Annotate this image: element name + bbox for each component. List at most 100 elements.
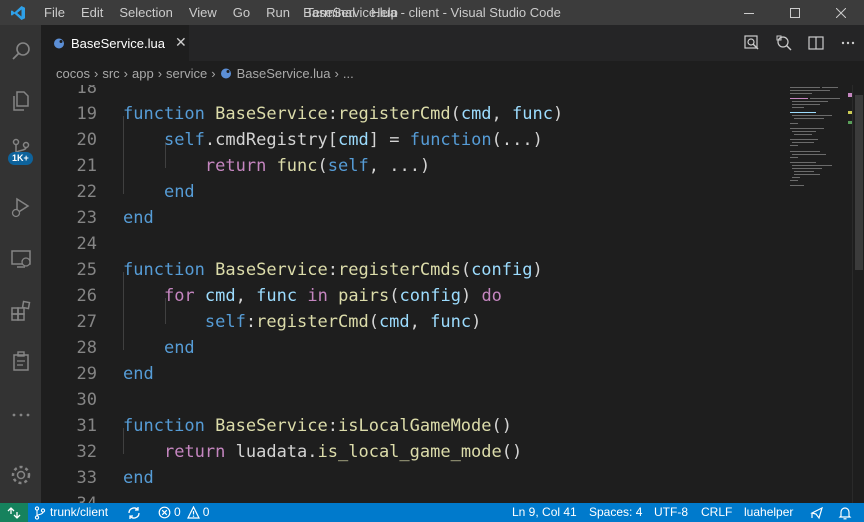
menu-view[interactable]: View (181, 0, 225, 25)
minimize-icon (744, 12, 754, 14)
code-line[interactable]: 19 function BaseService:registerCmd(cmd, … (41, 101, 786, 127)
code-line[interactable]: 33 end (41, 465, 786, 491)
chevron-right-icon: › (211, 65, 216, 81)
code-line[interactable]: 32 return luadata.is_local_game_mode() (41, 439, 786, 465)
line-number: 26 (76, 286, 97, 306)
tab-bar: BaseService.lua ✕ (41, 25, 864, 61)
extensions-icon (10, 300, 30, 321)
menu-go[interactable]: Go (225, 0, 258, 25)
menu-selection[interactable]: Selection (111, 0, 180, 25)
breadcrumb-item[interactable]: src (102, 66, 119, 81)
code-line[interactable]: 24 (41, 231, 786, 257)
code-line[interactable]: 30 (41, 387, 786, 413)
code-line[interactable]: 20 self.cmdRegistry[cmd] = function(...) (41, 127, 786, 153)
activity-run-debug[interactable] (0, 187, 41, 227)
code-line[interactable]: 26 for cmd, func in pairs(config) do (41, 283, 786, 309)
breadcrumb: cocos › src › app › service › BaseServic… (41, 61, 781, 85)
code-editor[interactable]: 18 19 function BaseService:registerCmd(cmd… (41, 85, 786, 503)
code-text: return luadata.is_local_game_mode() (163, 442, 523, 462)
maximize-icon (790, 7, 800, 18)
line-number: 28 (76, 338, 97, 358)
problems-status[interactable]: 0 0 (158, 503, 209, 522)
search-references-icon (776, 35, 792, 51)
lua-file-icon (54, 38, 64, 49)
activity-search[interactable] (0, 31, 41, 71)
breadcrumb-item[interactable]: cocos (56, 66, 90, 81)
code-line[interactable]: 29 end (41, 361, 786, 387)
minimize-button[interactable] (726, 0, 772, 25)
vertical-scrollbar[interactable] (852, 85, 864, 503)
gear-icon (11, 465, 30, 485)
line-number: 18 (76, 85, 97, 98)
code-text: for cmd, func in pairs(config) do (163, 286, 502, 306)
line-number: 30 (76, 390, 97, 410)
line-number: 32 (76, 442, 97, 462)
line-number: 20 (76, 130, 97, 150)
menu-edit[interactable]: Edit (73, 0, 111, 25)
remote-explorer-icon (10, 250, 31, 268)
menu-terminal[interactable]: Terminal (298, 0, 363, 25)
code-line[interactable]: 31 function BaseService:isLocalGameMode() (41, 413, 786, 439)
breadcrumb-item[interactable]: service (166, 66, 207, 81)
close-window-button[interactable] (818, 0, 864, 25)
code-text: end (123, 208, 154, 228)
activity-bar: 1K+ (0, 25, 41, 503)
source-control-badge: 1K+ (8, 152, 33, 165)
language-mode[interactable]: luahelper (744, 503, 793, 522)
notifications-button[interactable] (838, 503, 852, 522)
code-line[interactable]: 23 end (41, 205, 786, 231)
git-branch-icon (34, 505, 46, 520)
line-number: 29 (76, 364, 97, 384)
code-line[interactable]: 21 return func(self, ...) (41, 153, 786, 179)
activity-remote-explorer[interactable] (0, 239, 41, 279)
activity-explorer[interactable] (0, 81, 41, 121)
breadcrumb-item[interactable]: BaseService.lua (237, 66, 331, 81)
menu-file[interactable]: File (36, 0, 73, 25)
more-actions-button[interactable] (832, 25, 864, 61)
indentation-status[interactable]: Spaces: 4 (589, 503, 642, 522)
feedback-button[interactable] (810, 503, 824, 522)
eol-status[interactable]: CRLF (701, 503, 732, 522)
search-icon (11, 42, 30, 60)
code-line[interactable]: 25 function BaseService:registerCmds(conf… (41, 257, 786, 283)
activity-manage[interactable] (0, 455, 41, 495)
code-line[interactable]: 28 end (41, 335, 786, 361)
scroll-thumb[interactable] (855, 95, 863, 270)
breadcrumb-item[interactable]: ... (343, 66, 354, 81)
code-line[interactable]: 22 end (41, 179, 786, 205)
tab-close-icon[interactable]: ✕ (175, 35, 187, 51)
code-line[interactable]: 34 (41, 491, 786, 503)
window-controls (726, 0, 864, 25)
warning-icon (186, 506, 200, 519)
editor-actions (736, 25, 864, 61)
code-text: end (163, 182, 195, 202)
cursor-position[interactable]: Ln 9, Col 41 (512, 503, 577, 522)
line-number: 24 (76, 234, 97, 254)
ellipsis-icon (841, 41, 855, 45)
code-line[interactable]: 27 self:registerCmd(cmd, func) (41, 309, 786, 335)
maximize-button[interactable] (772, 0, 818, 25)
activity-testing[interactable] (0, 341, 41, 381)
tab-baseservice[interactable]: BaseService.lua ✕ (41, 25, 189, 61)
encoding-status[interactable]: UTF-8 (654, 503, 688, 522)
branch-status[interactable]: trunk/client (34, 503, 108, 522)
compare-button[interactable] (736, 25, 768, 61)
code-text: self:registerCmd(cmd, func) (204, 312, 482, 332)
vscode-logo-icon (0, 0, 36, 25)
sync-button[interactable] (127, 503, 141, 522)
breadcrumb-item[interactable]: app (132, 66, 154, 81)
close-icon (836, 7, 846, 18)
split-editor-button[interactable] (800, 25, 832, 61)
minimap[interactable] (786, 85, 852, 503)
feedback-icon (810, 506, 823, 519)
split-editor-icon (808, 36, 824, 50)
activity-extensions[interactable] (0, 291, 41, 331)
remote-indicator[interactable] (0, 503, 28, 522)
more-icon (12, 413, 29, 417)
menu-help[interactable]: Help (363, 0, 406, 25)
menu-run[interactable]: Run (258, 0, 298, 25)
activity-more[interactable] (0, 395, 41, 435)
find-references-button[interactable] (768, 25, 800, 61)
code-text: function BaseService:isLocalGameMode() (123, 416, 513, 436)
code-line[interactable]: 18 (41, 85, 786, 101)
